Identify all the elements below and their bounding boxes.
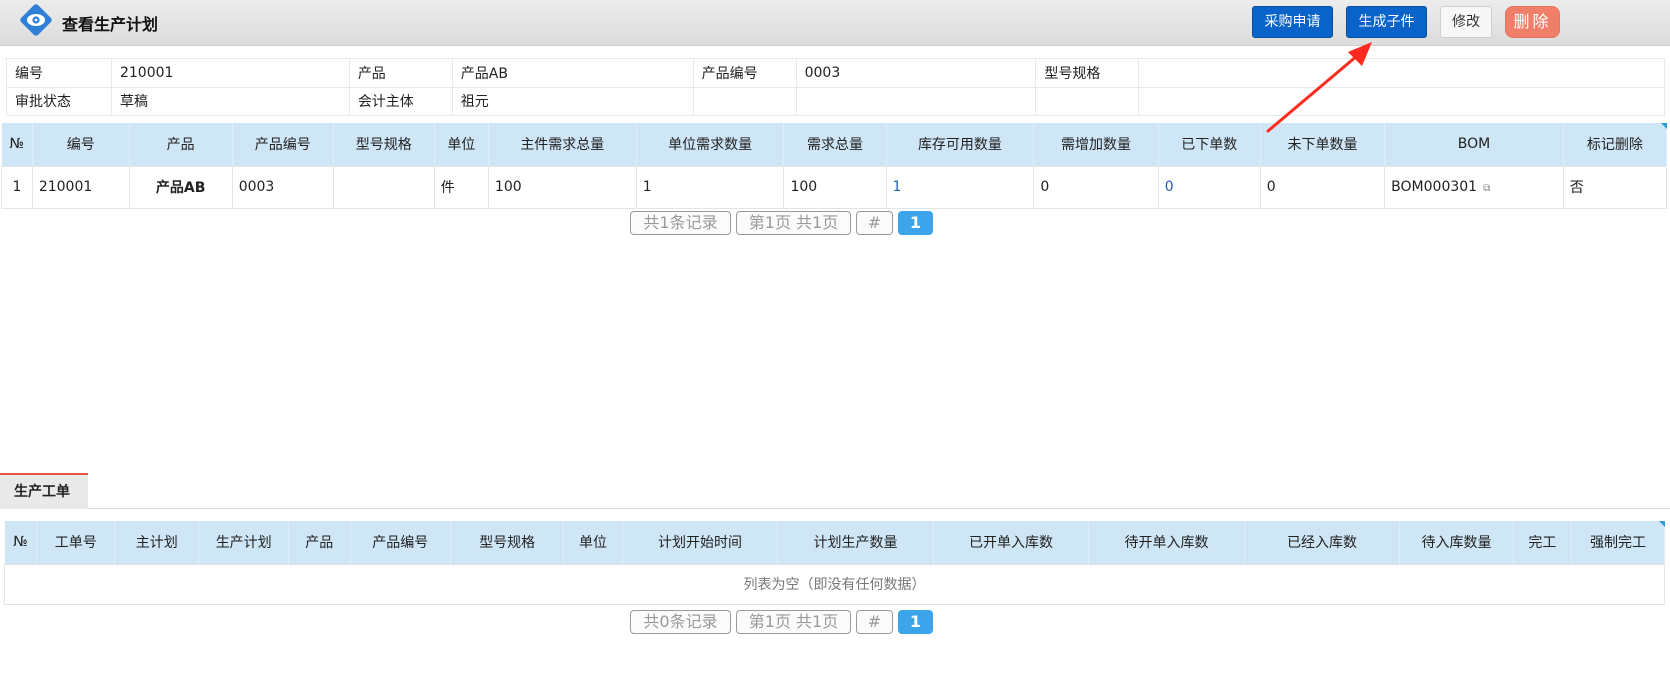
work-order-table: № 工单号 主计划 生产计划 产品 产品编号 型号规格 单位 计划开始时间 计划…	[4, 521, 1666, 605]
col-code[interactable]: 编号	[32, 123, 130, 166]
plan-info-grid: 编号 210001 产品 产品AB 产品编号 0003 型号规格 审批状态 草稿…	[6, 58, 1665, 116]
pager-record-count: 共1条记录	[630, 211, 731, 235]
col-ordered[interactable]: 已下单数	[1158, 123, 1261, 166]
col-plan-quantity[interactable]: 计划生产数量	[777, 521, 934, 564]
pager-page-1[interactable]: 1	[898, 211, 933, 235]
col-to-stock-in[interactable]: 待入库数量	[1399, 521, 1514, 564]
info-value-entity: 祖元	[451, 86, 694, 116]
info-value-product-code: 0003	[795, 58, 1037, 88]
page-title: 查看生产计划	[62, 15, 159, 34]
col-force-complete[interactable]: 强制完工	[1571, 521, 1666, 564]
col-production-plan[interactable]: 生产计划	[198, 521, 290, 564]
col-spec[interactable]: 型号规格	[450, 521, 565, 564]
col-product[interactable]: 产品	[129, 123, 233, 166]
table-header-row: № 编号 产品 产品编号 型号规格 单位 主件需求总量 单位需求数量 需求总量 …	[1, 123, 1668, 166]
info-value-spec	[1138, 58, 1665, 88]
cell-spec	[332, 165, 435, 209]
pager-page-info: 第1页 共1页	[736, 211, 851, 235]
eye-logo-icon	[20, 4, 52, 36]
pager-jump-button[interactable]: #	[856, 211, 893, 235]
pager-page-1[interactable]: 1	[898, 610, 933, 634]
edit-button[interactable]: 修改	[1440, 6, 1492, 38]
delete-button[interactable]: 删除	[1505, 6, 1560, 38]
cell-bom[interactable]: BOM000301 ⧉	[1384, 165, 1564, 209]
cell-demand-total: 100	[783, 165, 887, 209]
col-unit[interactable]: 单位	[434, 123, 489, 166]
col-master-plan[interactable]: 主计划	[114, 521, 200, 564]
info-label-approval: 审批状态	[6, 86, 112, 116]
info-value-code: 210001	[110, 58, 350, 88]
col-main-demand-total[interactable]: 主件需求总量	[488, 123, 637, 166]
col-index[interactable]: №	[4, 521, 38, 564]
cell-index: 1	[1, 165, 33, 209]
col-plan-start-time[interactable]: 计划开始时间	[622, 521, 779, 564]
table-header-row: № 工单号 主计划 生产计划 产品 产品编号 型号规格 单位 计划开始时间 计划…	[4, 521, 1666, 564]
cell-ordered-link[interactable]: 0	[1157, 165, 1261, 209]
info-empty-cell	[795, 86, 1037, 116]
cell-main-demand-total: 100	[487, 165, 637, 209]
col-demand-total[interactable]: 需求总量	[783, 123, 887, 166]
col-spec[interactable]: 型号规格	[333, 123, 435, 166]
cell-deleted-flag: 否	[1562, 165, 1668, 209]
cell-increase-needed: 0	[1033, 165, 1159, 209]
col-stocked-in[interactable]: 已经入库数	[1244, 521, 1401, 564]
cell-product-code: 0003	[231, 165, 334, 209]
col-completed[interactable]: 完工	[1513, 521, 1572, 564]
info-label-entity: 会计主体	[348, 86, 453, 116]
col-product-code[interactable]: 产品编号	[350, 521, 452, 564]
cell-unit: 件	[433, 165, 489, 209]
cell-not-ordered: 0	[1259, 165, 1386, 209]
table-corner-marker	[1659, 521, 1665, 527]
col-deleted-flag[interactable]: 标记删除	[1563, 123, 1668, 166]
bom-link[interactable]: BOM000301	[1391, 179, 1477, 195]
info-value-product: 产品AB	[451, 58, 694, 88]
pager-bottom: 共0条记录 第1页 共1页 # 1	[630, 610, 935, 634]
col-unit[interactable]: 单位	[563, 521, 623, 564]
col-product-code[interactable]: 产品编号	[232, 123, 334, 166]
col-stock-available[interactable]: 库存可用数量	[886, 123, 1035, 166]
purchase-request-button[interactable]: 采购申请	[1252, 6, 1333, 38]
plan-detail-table: № 编号 产品 产品编号 型号规格 单位 主件需求总量 单位需求数量 需求总量 …	[1, 123, 1668, 209]
col-bom[interactable]: BOM	[1384, 123, 1564, 166]
pager-page-info: 第1页 共1页	[736, 610, 851, 634]
table-row[interactable]: 1 210001 产品AB 0003 件 100 1 100 1 0 0 0 B…	[1, 165, 1668, 209]
annotation-arrow-icon	[1266, 42, 1372, 133]
pager-record-count: 共0条记录	[630, 610, 731, 634]
info-label-code: 编号	[6, 58, 112, 88]
col-product[interactable]: 产品	[288, 521, 351, 564]
generate-subparts-button[interactable]: 生成子件	[1346, 6, 1427, 38]
pager-top: 共1条记录 第1页 共1页 # 1	[630, 211, 935, 235]
cell-code: 210001	[31, 165, 130, 209]
cell-product: 产品AB	[128, 165, 233, 209]
col-opened-stock-in[interactable]: 已开单入库数	[933, 521, 1090, 564]
col-index[interactable]: №	[1, 123, 33, 166]
info-label-product-code: 产品编号	[692, 58, 797, 88]
external-link-icon[interactable]: ⧉	[1483, 183, 1490, 194]
col-pending-stock-in[interactable]: 待开单入库数	[1088, 521, 1245, 564]
info-empty-cell	[1035, 86, 1140, 116]
info-empty-cell	[692, 86, 797, 116]
pager-jump-button[interactable]: #	[856, 610, 893, 634]
info-empty-cell	[1138, 86, 1665, 116]
page-header: 查看生产计划 采购申请 生成子件 修改 删除	[0, 0, 1670, 46]
col-increase-needed[interactable]: 需增加数量	[1033, 123, 1159, 166]
info-label-spec: 型号规格	[1035, 58, 1140, 88]
tab-strip-divider	[0, 508, 1670, 509]
empty-row: 列表为空（即没有任何数据）	[4, 563, 1665, 605]
cell-unit-demand: 1	[635, 165, 785, 209]
cell-stock-available-link[interactable]: 1	[885, 165, 1035, 209]
empty-list-message: 列表为空（即没有任何数据）	[4, 563, 1665, 605]
info-label-product: 产品	[348, 58, 453, 88]
col-unit-demand[interactable]: 单位需求数量	[636, 123, 785, 166]
tab-work-orders[interactable]: 生产工单	[0, 473, 88, 509]
table-corner-marker	[1661, 123, 1667, 129]
col-work-order-no[interactable]: 工单号	[36, 521, 116, 564]
info-value-approval: 草稿	[110, 86, 350, 116]
